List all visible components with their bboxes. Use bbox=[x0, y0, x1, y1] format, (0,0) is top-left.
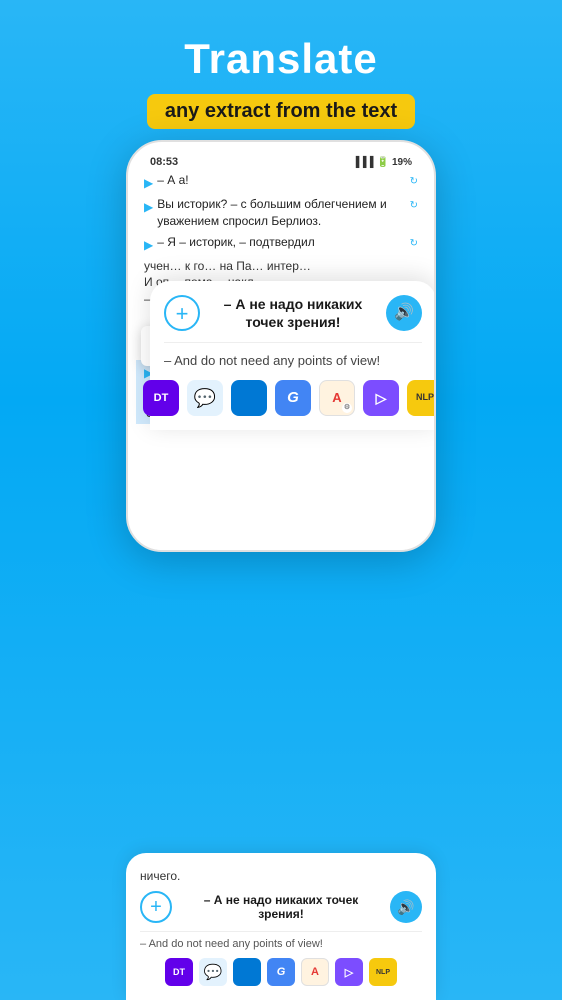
phone-mockup: 08:53 ▐▐▐ 🔋 19% ▶ – А а! ↻ ▶ Вы историк?… bbox=[126, 140, 436, 552]
signal-icon: ▐▐▐ bbox=[352, 157, 373, 168]
status-bar: 08:53 ▐▐▐ 🔋 19% bbox=[136, 150, 426, 170]
bg-card-source-text: – А не надо никаких точек зрения! bbox=[180, 893, 382, 921]
bg-card-top: + – А не надо никаких точек зрения! 🔊 bbox=[140, 891, 422, 923]
battery-icon: 🔋 bbox=[377, 157, 389, 168]
line-text-2: Вы историк? – с большим облегчением и ув… bbox=[157, 196, 405, 230]
app-ms-icon[interactable] bbox=[231, 380, 267, 416]
card-divider bbox=[164, 342, 422, 343]
bg-speaker-button[interactable]: 🔊 bbox=[390, 891, 422, 923]
app-az-icon[interactable]: A ⚙ bbox=[319, 380, 355, 416]
speaker-button[interactable]: 🔊 bbox=[386, 295, 422, 331]
bg-apps-row: DT 💬 G A ▷ NLP bbox=[140, 958, 422, 986]
bg-app-dt[interactable]: DT bbox=[165, 958, 193, 986]
add-button[interactable]: + bbox=[164, 295, 200, 331]
reader-content: ▶ – А а! ↻ ▶ Вы историк? – с большим обл… bbox=[136, 170, 426, 550]
app-nlp-icon[interactable]: NLP bbox=[407, 380, 436, 416]
bg-card-translation: – And do not need any points of view! bbox=[140, 938, 422, 950]
play-icon-3[interactable]: ▶ bbox=[144, 236, 153, 254]
bg-app-google[interactable]: G bbox=[267, 958, 295, 986]
sync-icon-1: ↻ bbox=[410, 174, 418, 189]
translation-card: + – А не надо никаких точек зрения! 🔊 – … bbox=[150, 281, 436, 430]
bg-ничего-text: ничего. bbox=[140, 867, 422, 891]
card-translation: – And do not need any points of view! bbox=[164, 351, 422, 371]
speaker-icon: 🔊 bbox=[394, 301, 414, 325]
bg-app-az[interactable]: A bbox=[301, 958, 329, 986]
app-google-icon[interactable]: G bbox=[275, 380, 311, 416]
sync-icon-2: ↻ bbox=[410, 198, 418, 213]
status-time: 08:53 bbox=[150, 156, 178, 168]
app-bubble-icon[interactable]: 💬 bbox=[187, 380, 223, 416]
add-icon: + bbox=[176, 297, 189, 330]
line-text-3: – Я – историк, – подтвердил bbox=[157, 234, 405, 251]
app-dt-icon[interactable]: DT bbox=[143, 380, 179, 416]
bg-app-bubble[interactable]: 💬 bbox=[199, 958, 227, 986]
bg-app-nlp[interactable]: NLP bbox=[369, 958, 397, 986]
battery-pct: 19% bbox=[392, 157, 412, 168]
play-icon-1[interactable]: ▶ bbox=[144, 174, 153, 192]
bg-add-button[interactable]: + bbox=[140, 891, 172, 923]
card-top-row: + – А не надо никаких точек зрения! 🔊 bbox=[164, 295, 422, 331]
app-arrow-icon[interactable]: ▷ bbox=[363, 380, 399, 416]
header-section: Translate any extract from the text bbox=[0, 0, 562, 129]
bg-phone-card: ничего. + – А не надо никаких точек зрен… bbox=[126, 853, 436, 1000]
bg-app-ms[interactable] bbox=[233, 958, 261, 986]
reader-line-1: ▶ – А а! ↻ bbox=[136, 170, 426, 194]
bg-card-inner: ничего. + – А не надо никаких точек зрен… bbox=[126, 853, 436, 1000]
reader-line-3: ▶ – Я – историк, – подтвердил ↻ bbox=[136, 232, 426, 256]
apps-row: DT 💬 G A ⚙ ▷ NLP bbox=[164, 380, 422, 416]
bg-app-arrow[interactable]: ▷ bbox=[335, 958, 363, 986]
phone-outer: 08:53 ▐▐▐ 🔋 19% ▶ – А а! ↻ ▶ Вы историк?… bbox=[126, 140, 436, 552]
reader-line-2: ▶ Вы историк? – с большим облегчением и … bbox=[136, 194, 426, 232]
sync-icon-3: ↻ bbox=[410, 236, 418, 251]
page-title: Translate bbox=[0, 36, 562, 82]
subtitle-badge: any extract from the text bbox=[147, 94, 415, 129]
status-icons: ▐▐▐ 🔋 19% bbox=[352, 157, 412, 168]
play-icon-2[interactable]: ▶ bbox=[144, 198, 153, 216]
card-source-text: – А не надо никаких точек зрения! bbox=[208, 295, 378, 331]
line-text-1: – А а! bbox=[157, 172, 405, 189]
